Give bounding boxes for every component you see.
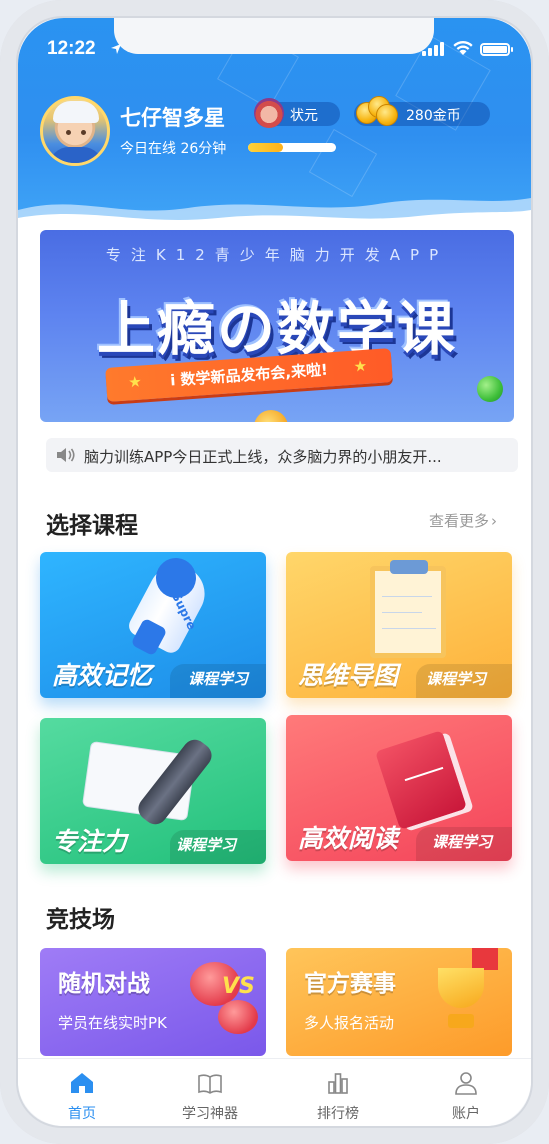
arena-subtitle: 多人报名活动 bbox=[304, 1014, 395, 1032]
course-card-focus[interactable]: 专注力 课程学习 bbox=[40, 718, 266, 864]
book-open-icon bbox=[198, 1074, 222, 1094]
arena-title: 官方赛事 bbox=[304, 970, 396, 997]
signal-icon bbox=[422, 42, 444, 56]
view-more-link[interactable]: 查看更多 › bbox=[429, 510, 497, 531]
trophy-icon bbox=[438, 968, 484, 1008]
ball-decoration bbox=[254, 410, 288, 422]
notch bbox=[114, 18, 434, 54]
arena-title: 随机对战 bbox=[58, 970, 150, 997]
phone-frame: 12:22 七仔智多星 状元 280金币 今日在线 26分钟 专注K12青少年脑… bbox=[0, 0, 549, 1144]
online-progress-fill bbox=[248, 143, 284, 152]
promo-banner[interactable]: 专注K12青少年脑力开发APP 上瘾の数学课 ★ i 数学新品发布会,来啦! ★ bbox=[40, 230, 514, 422]
tab-label: 排行榜 bbox=[317, 1106, 359, 1122]
rank-avatar-icon bbox=[254, 98, 284, 128]
course-card-memory[interactable]: Supre 高效记忆 课程学习 bbox=[40, 552, 266, 698]
course-name: 高效阅读 bbox=[298, 824, 399, 853]
rank-label: 状元 bbox=[290, 108, 318, 124]
notice-text: 脑力训练APP今日正式上线，众多脑力界的小朋友开... bbox=[84, 448, 442, 466]
course-card-reading[interactable]: 高效阅读 课程学习 bbox=[286, 715, 512, 861]
tab-leaderboard[interactable]: 排行榜 bbox=[274, 1059, 402, 1126]
avatar[interactable] bbox=[40, 96, 110, 166]
tab-label: 首页 bbox=[68, 1106, 96, 1122]
app-screen: 12:22 七仔智多星 状元 280金币 今日在线 26分钟 专注K12青少年脑… bbox=[18, 18, 531, 1126]
bar-chart-icon bbox=[328, 1073, 348, 1094]
star-icon: ★ bbox=[353, 356, 368, 376]
online-time-text: 今日在线 26分钟 bbox=[120, 141, 227, 157]
location-arrow-icon bbox=[111, 44, 121, 54]
wifi-icon bbox=[453, 40, 473, 55]
courses-section-title: 选择课程 bbox=[46, 513, 138, 539]
course-tag: 课程学习 bbox=[432, 833, 493, 851]
course-tag: 课程学习 bbox=[426, 670, 487, 688]
tab-home[interactable]: 首页 bbox=[18, 1059, 146, 1126]
tab-account[interactable]: 账户 bbox=[402, 1059, 530, 1126]
speaker-icon bbox=[57, 448, 75, 462]
bottom-tab-bar: 首页 学习神器 排行榜 账户 bbox=[18, 1058, 531, 1126]
tab-study-tools[interactable]: 学习神器 bbox=[146, 1059, 274, 1126]
rank-badge[interactable]: 状元 bbox=[254, 98, 340, 128]
notice-bar[interactable]: 脑力训练APP今日正式上线，众多脑力界的小朋友开... bbox=[46, 438, 518, 472]
online-progress-bar bbox=[248, 143, 336, 152]
battery-icon bbox=[480, 43, 513, 56]
book-icon bbox=[375, 730, 467, 830]
coin-label: 280金币 bbox=[406, 108, 461, 124]
course-name: 思维导图 bbox=[298, 661, 399, 690]
ball-decoration bbox=[477, 376, 503, 402]
course-name: 高效记忆 bbox=[52, 661, 153, 690]
header: 12:22 七仔智多星 状元 280金币 今日在线 26分钟 bbox=[18, 18, 531, 230]
course-tag: 课程学习 bbox=[188, 670, 249, 688]
course-tag: 课程学习 bbox=[176, 836, 237, 854]
banner-title: 上瘾の数学课 bbox=[96, 295, 457, 363]
arena-section-title: 竞技场 bbox=[46, 907, 115, 933]
chevron-right-icon: › bbox=[491, 512, 498, 530]
tab-label: 学习神器 bbox=[182, 1106, 238, 1122]
arena-subtitle: 学员在线实时PK bbox=[58, 1014, 167, 1032]
view-more-label: 查看更多 bbox=[429, 512, 490, 530]
status-time: 12:22 bbox=[47, 38, 96, 59]
banner-subtitle: 专注K12青少年脑力开发APP bbox=[105, 246, 449, 264]
arena-card-official-event[interactable]: 官方赛事 多人报名活动 bbox=[286, 948, 512, 1056]
arena-card-random-battle[interactable]: 随机对战 学员在线实时PK VS bbox=[40, 948, 266, 1056]
tab-label: 账户 bbox=[452, 1106, 480, 1122]
course-name: 专注力 bbox=[52, 827, 128, 856]
course-card-mindmap[interactable]: 思维导图 课程学习 bbox=[286, 552, 512, 698]
user-icon bbox=[455, 1072, 477, 1095]
coin-badge[interactable]: 280金币 bbox=[354, 96, 490, 126]
home-icon bbox=[71, 1073, 93, 1093]
header-wave bbox=[18, 198, 531, 230]
user-name: 七仔智多星 bbox=[120, 106, 225, 130]
